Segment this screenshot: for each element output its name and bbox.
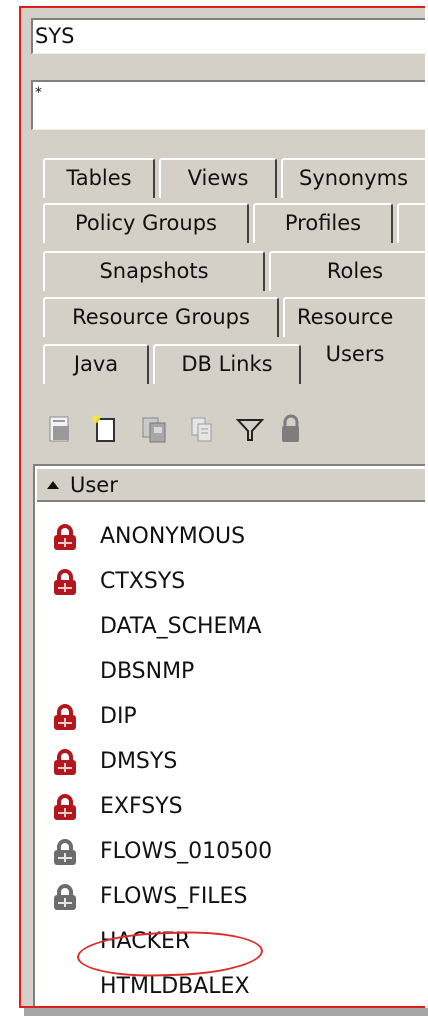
copy-object-icon[interactable] <box>139 414 169 444</box>
user-row[interactable]: DBSNMP <box>35 651 425 693</box>
new-object-icon[interactable] <box>91 414 121 444</box>
tab-resource-groups[interactable]: Resource Groups <box>43 297 279 337</box>
frame-shadow <box>24 1008 428 1016</box>
user-name: DATA_SCHEMA <box>100 614 262 639</box>
user-name: EXFSYS <box>100 794 183 819</box>
user-name: FLOWS_010500 <box>100 839 273 864</box>
tab-snapshots[interactable]: Snapshots <box>43 251 265 291</box>
column-header-label: User <box>70 473 118 497</box>
user-row[interactable]: CTXSYS <box>35 561 425 603</box>
user-name: DIP <box>100 704 137 729</box>
locked-red-icon <box>50 747 80 777</box>
locked-red-icon <box>50 702 80 732</box>
schema-browser-panel: SYS * Tables Views Synonyms Policy Group… <box>19 6 425 1008</box>
tab-policy-groups[interactable]: Policy Groups <box>43 203 249 243</box>
lock-icon[interactable] <box>279 414 299 444</box>
tab-views[interactable]: Views <box>159 158 277 198</box>
sort-ascending-icon <box>47 481 59 489</box>
user-row[interactable]: HTMLDBALEX <box>35 966 425 1006</box>
user-name: ANONYMOUS <box>100 524 246 549</box>
tab-resource[interactable]: Resource <box>283 297 425 337</box>
locked-red-icon <box>50 522 80 552</box>
properties-icon[interactable] <box>45 414 75 444</box>
tab-users[interactable]: Users <box>305 336 405 378</box>
tab-java[interactable]: Java <box>43 344 149 384</box>
user-name: DBSNMP <box>100 659 195 684</box>
schema-combobox[interactable]: SYS <box>31 18 425 54</box>
users-list[interactable]: User ANONYMOUS CTXSYS DATA_SCHEMA DBSNMP DIP… <box>33 464 425 1006</box>
clone-icon[interactable] <box>187 414 217 444</box>
tab-profiles[interactable]: Profiles <box>253 203 393 243</box>
user-name: FLOWS_FILES <box>100 884 248 909</box>
user-name: CTXSYS <box>100 569 186 594</box>
object-filter-input[interactable]: * <box>31 80 425 130</box>
user-row[interactable]: ANONYMOUS <box>35 516 425 558</box>
user-row[interactable]: EXFSYS <box>35 786 425 828</box>
user-row[interactable]: DMSYS <box>35 741 425 783</box>
locked-red-icon <box>50 567 80 597</box>
locked-red-icon <box>50 792 80 822</box>
tab-row2-overflow[interactable] <box>397 203 425 243</box>
locked-gray-icon <box>50 837 80 867</box>
filter-icon[interactable] <box>235 414 265 444</box>
toolbar <box>39 406 425 450</box>
tab-synonyms[interactable]: Synonyms <box>281 158 425 198</box>
tab-roles[interactable]: Roles <box>269 251 425 291</box>
user-row[interactable]: FLOWS_FILES <box>35 876 425 918</box>
user-row[interactable]: DIP <box>35 696 425 738</box>
user-row[interactable]: DATA_SCHEMA <box>35 606 425 648</box>
user-row[interactable]: FLOWS_010500 <box>35 831 425 873</box>
user-name: DMSYS <box>100 749 178 774</box>
tab-tables[interactable]: Tables <box>43 158 155 198</box>
locked-gray-icon <box>50 882 80 912</box>
column-header-user[interactable]: User <box>37 468 425 502</box>
tab-db-links[interactable]: DB Links <box>153 344 301 384</box>
